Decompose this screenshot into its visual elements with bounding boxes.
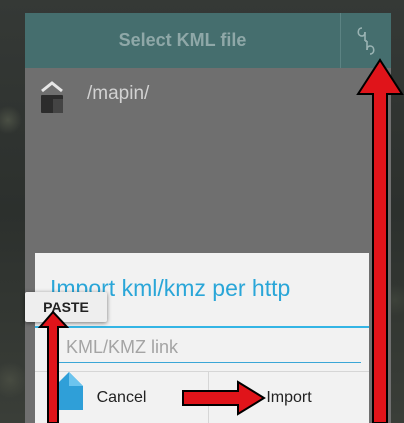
current-path: /mapin/ [87, 83, 150, 104]
kml-link-input[interactable] [55, 333, 361, 363]
dialog-title: Select KML file [118, 30, 247, 50]
link-icon [357, 26, 375, 55]
link-import-button[interactable] [341, 13, 391, 68]
folder-up-icon [41, 81, 63, 113]
import-http-dialog: Import kml/kmz per http Cancel Import [35, 253, 369, 423]
title-divider [35, 326, 369, 328]
text-cursor-handle-icon[interactable] [54, 372, 84, 410]
paste-button[interactable]: PASTE [25, 292, 107, 322]
import-button[interactable]: Import [209, 372, 369, 423]
path-row[interactable]: /mapin/ [25, 71, 391, 131]
dialog-header: Select KML file [25, 13, 391, 68]
